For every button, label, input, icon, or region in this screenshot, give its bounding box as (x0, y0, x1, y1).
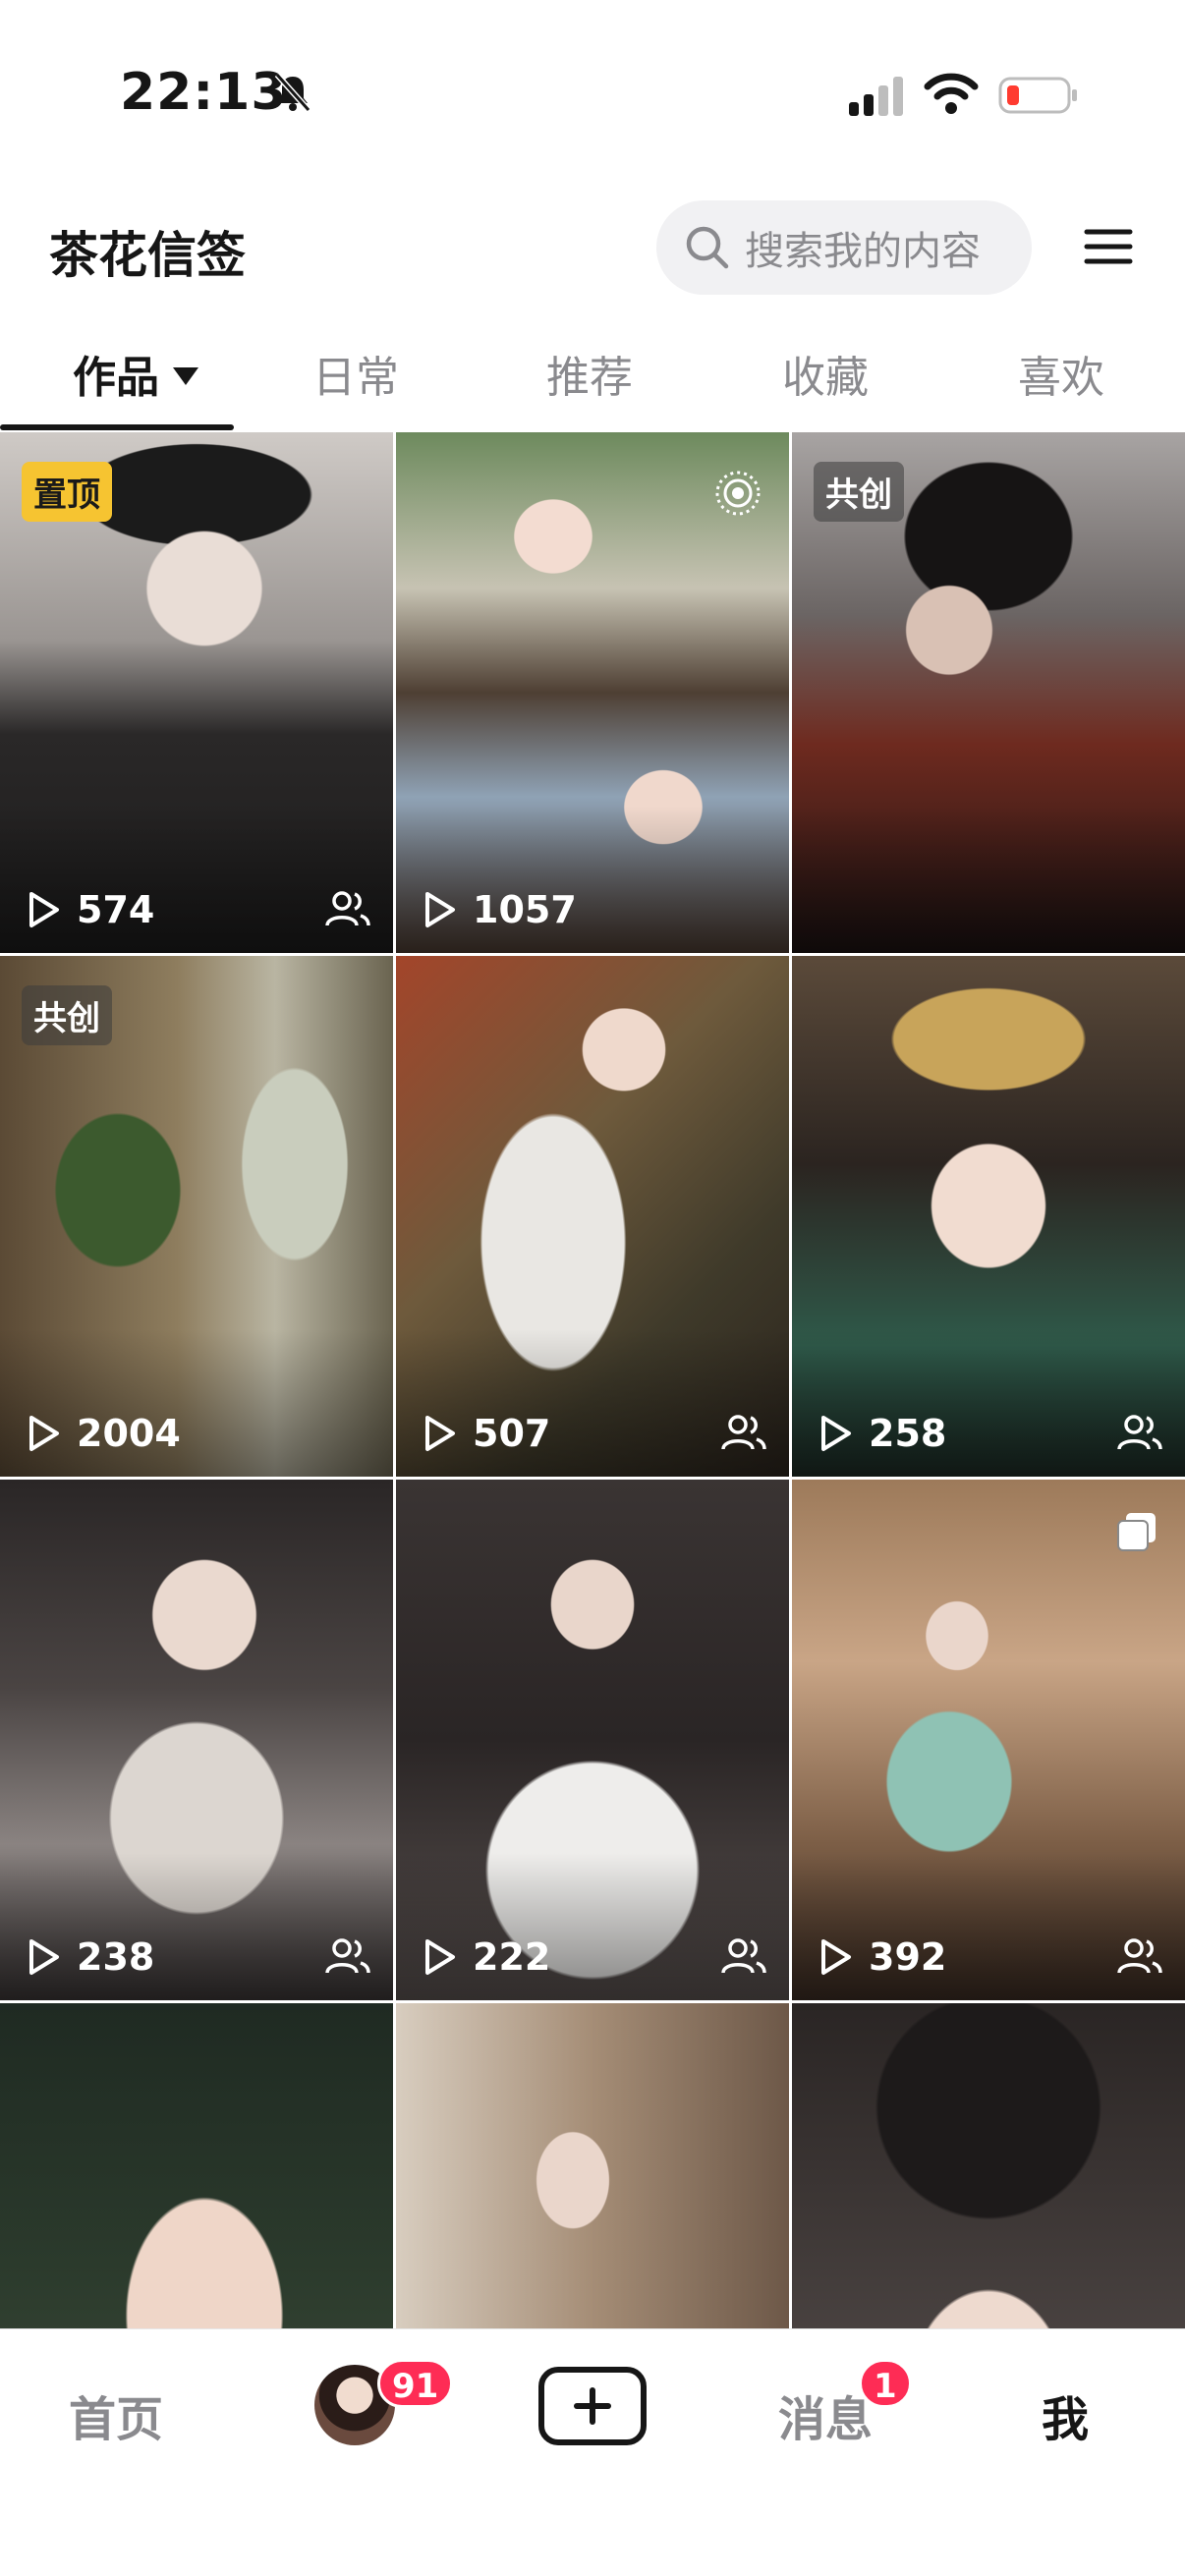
tab-works[interactable]: 作品 (73, 342, 198, 405)
profile-header: 茶花信签 搜索我的内容 (0, 187, 1185, 305)
play-count: 222 (418, 1935, 550, 1979)
plus-icon (574, 2387, 611, 2425)
search-input[interactable]: 搜索我的内容 (656, 200, 1032, 295)
video-tile[interactable]: 392 (792, 1480, 1185, 2000)
video-tile[interactable] (396, 2003, 789, 2328)
collaborators-icon (721, 1938, 766, 1974)
play-icon (821, 1416, 851, 1451)
video-thumbnail (0, 2003, 393, 2328)
video-thumbnail (792, 2003, 1185, 2328)
caret-down-icon (173, 367, 198, 385)
wifi-icon (924, 73, 979, 114)
nav-me[interactable]: 我 (1042, 2380, 1089, 2449)
status-bar: 22:13 (0, 0, 1185, 187)
play-count: 258 (814, 1412, 946, 1455)
play-icon (425, 1416, 455, 1451)
video-tile[interactable]: 共创 (792, 432, 1185, 953)
video-tile[interactable]: 222 (396, 1480, 789, 2000)
profile-screen: 22:13 茶花信签 搜索我的内容 作品 日常 推荐 收藏 喜欢 置顶 574 … (0, 0, 1185, 2576)
video-tile[interactable] (792, 2003, 1185, 2328)
status-time: 22:13 (120, 63, 288, 122)
tab-likes[interactable]: 喜欢 (1018, 342, 1104, 405)
live-photo-icon (715, 471, 761, 516)
collaborators-icon (1117, 1938, 1162, 1974)
play-icon (425, 892, 455, 927)
collaborators-icon (325, 1938, 370, 1974)
play-count: 507 (418, 1412, 550, 1455)
messages-badge: 1 (859, 2359, 912, 2408)
cellular-signal-icon (849, 77, 903, 116)
play-icon (821, 1939, 851, 1975)
video-tile[interactable] (0, 2003, 393, 2328)
co-create-badge: 共创 (22, 985, 112, 1045)
video-tile[interactable]: 置顶 574 (0, 432, 393, 953)
nav-home[interactable]: 首页 (69, 2380, 163, 2449)
collaborators-icon (1117, 1415, 1162, 1450)
video-thumbnail (396, 2003, 789, 2328)
bell-muted-icon (274, 73, 311, 112)
tab-daily[interactable]: 日常 (312, 342, 399, 405)
friends-badge: 91 (377, 2359, 454, 2408)
multi-image-icon (1117, 1513, 1156, 1551)
create-button[interactable] (538, 2367, 647, 2445)
search-placeholder: 搜索我的内容 (745, 229, 981, 274)
bottom-nav: 首页 91 消息 1 我 (0, 2328, 1185, 2576)
nav-messages[interactable]: 消息 (778, 2380, 873, 2449)
tab-favorites[interactable]: 收藏 (782, 342, 869, 405)
play-count: 1057 (418, 888, 577, 931)
video-tile[interactable]: 共创 2004 (0, 956, 393, 1477)
play-count: 238 (22, 1935, 154, 1979)
video-grid: 置顶 574 1057 共创 共创 2004 507 258 238 222 3… (0, 432, 1185, 2328)
search-icon (686, 226, 729, 269)
video-tile[interactable]: 1057 (396, 432, 789, 953)
video-tile[interactable]: 238 (0, 1480, 393, 2000)
pinned-badge: 置顶 (22, 462, 112, 522)
play-count: 392 (814, 1935, 946, 1979)
battery-low-icon (998, 77, 1077, 114)
video-tile[interactable]: 258 (792, 956, 1185, 1477)
play-icon (425, 1939, 455, 1975)
tab-recommended[interactable]: 推荐 (546, 342, 633, 405)
co-create-badge: 共创 (814, 462, 904, 522)
tab-works-label: 作品 (73, 353, 159, 403)
collaborators-icon (721, 1415, 766, 1450)
play-icon (29, 1416, 59, 1451)
play-count: 574 (22, 888, 154, 931)
tab-active-indicator (0, 424, 234, 430)
menu-icon[interactable] (1079, 222, 1138, 271)
play-count: 2004 (22, 1412, 181, 1455)
collaborators-icon (325, 891, 370, 926)
play-icon (29, 1939, 59, 1975)
play-icon (29, 892, 59, 927)
content-tabs: 作品 日常 推荐 收藏 喜欢 (0, 314, 1185, 432)
account-name: 茶花信签 (49, 227, 246, 284)
video-tile[interactable]: 507 (396, 956, 789, 1477)
